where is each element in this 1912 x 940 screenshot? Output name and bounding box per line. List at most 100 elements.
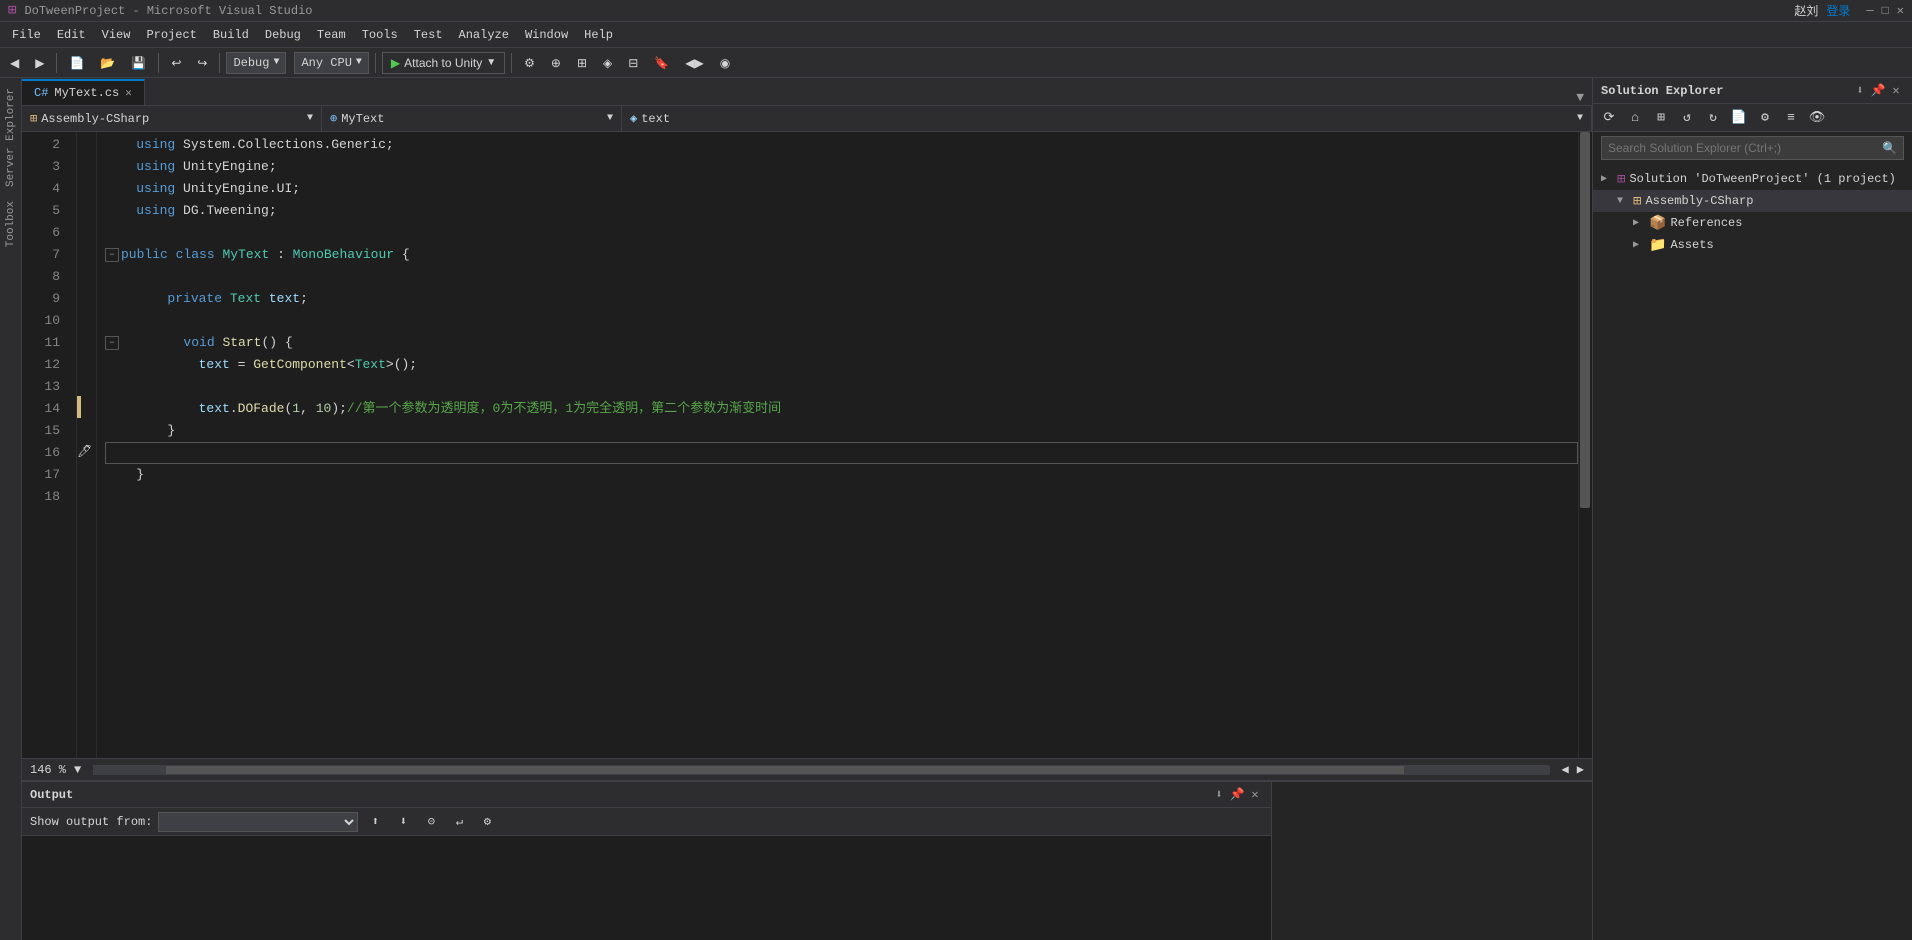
dropdown-arrow-icon[interactable]: ▼ xyxy=(1572,90,1588,105)
toolbar-btn-1[interactable]: ⚙ xyxy=(518,54,541,72)
fold-7[interactable]: − xyxy=(105,248,119,262)
debug-config-dropdown[interactable]: Debug ▼ xyxy=(226,52,286,74)
se-btn-home[interactable]: ⌂ xyxy=(1623,107,1647,129)
code-line-5: using DG.Tweening; xyxy=(105,200,1578,222)
output-pin-down-icon[interactable]: ⬇ xyxy=(1211,787,1227,803)
toolbar-btn-3[interactable]: ⊞ xyxy=(571,54,593,72)
se-search-input[interactable] xyxy=(1608,141,1878,155)
undo-button[interactable]: ↩ xyxy=(165,54,187,72)
output-content xyxy=(22,836,1271,940)
bottom-section: Output ⬇ 📌 ✕ Show output from: ⬆ ⬇ ⊝ xyxy=(22,780,1592,940)
glyph-15 xyxy=(77,418,96,440)
server-explorer-tab[interactable]: Server Explorer xyxy=(3,82,19,193)
save-button[interactable]: 💾 xyxy=(125,54,152,72)
output-filter-btn[interactable]: ⚙ xyxy=(476,812,498,832)
glyph-13 xyxy=(77,374,96,396)
menu-edit[interactable]: Edit xyxy=(49,26,94,44)
code-content[interactable]: using System.Collections.Generic; using … xyxy=(97,132,1578,758)
scroll-thumb-v[interactable] xyxy=(1580,132,1590,508)
nav-assembly-dropdown[interactable]: ⊞ Assembly-CSharp ▼ xyxy=(22,106,322,131)
menu-tools[interactable]: Tools xyxy=(354,26,406,44)
glyph-8 xyxy=(77,264,96,286)
menu-window[interactable]: Window xyxy=(517,26,576,44)
attach-chevron: ▼ xyxy=(486,57,496,68)
open-file-button[interactable]: 📂 xyxy=(94,54,121,72)
menu-project[interactable]: Project xyxy=(138,26,204,44)
back-button[interactable]: ◀ xyxy=(4,54,25,72)
menu-help[interactable]: Help xyxy=(576,26,621,44)
menu-test[interactable]: Test xyxy=(406,26,451,44)
nav-member-dropdown[interactable]: ◈ text ▼ xyxy=(622,106,1592,131)
fold-11[interactable]: − xyxy=(105,336,119,350)
sep2 xyxy=(158,53,159,73)
toolbar-btn-5[interactable]: ⊟ xyxy=(622,54,644,72)
tree-references[interactable]: ▶ 📦 References xyxy=(1593,212,1912,234)
menu-team[interactable]: Team xyxy=(309,26,354,44)
redo-button[interactable]: ↪ xyxy=(191,54,213,72)
new-project-button[interactable]: 📄 xyxy=(63,54,90,72)
tree-assets[interactable]: ▶ 📁 Assets xyxy=(1593,234,1912,256)
menu-analyze[interactable]: Analyze xyxy=(451,26,517,44)
tab-close-icon[interactable]: ✕ xyxy=(125,86,132,100)
sep5 xyxy=(511,53,512,73)
se-pin-icon[interactable]: 📌 xyxy=(1870,83,1886,99)
se-close-icon[interactable]: ✕ xyxy=(1888,83,1904,99)
se-btn-props[interactable]: ≡ xyxy=(1779,107,1803,129)
zoom-down-icon[interactable]: ▼ xyxy=(74,763,81,777)
line-num-13: 13 xyxy=(22,376,68,398)
editor-tab-mytext[interactable]: C# MyText.cs ✕ xyxy=(22,79,145,105)
tree-project[interactable]: ▼ ⊞ Assembly-CSharp xyxy=(1593,190,1912,212)
output-wrap-btn[interactable]: ↵ xyxy=(448,812,470,832)
debug-config-label: Debug xyxy=(233,56,269,70)
menu-debug[interactable]: Debug xyxy=(257,26,309,44)
project-icon: ⊞ xyxy=(1633,193,1641,210)
close-btn[interactable]: ✕ xyxy=(1897,3,1904,18)
se-search-bar[interactable]: 🔍 xyxy=(1601,136,1904,160)
glyph-2 xyxy=(77,132,96,154)
user-name[interactable]: 赵刘 xyxy=(1794,2,1818,19)
platform-dropdown[interactable]: Any CPU ▼ xyxy=(294,52,368,74)
assets-icon: 📁 xyxy=(1649,237,1666,254)
se-btn-refresh2[interactable]: ↻ xyxy=(1701,107,1725,129)
scroll-right-icon[interactable]: ▶ xyxy=(1577,762,1584,777)
se-btn-show-all[interactable]: ⊞ xyxy=(1649,107,1673,129)
code-line-3: using UnityEngine; xyxy=(105,156,1578,178)
glyph-6 xyxy=(77,220,96,242)
output-source-dropdown[interactable] xyxy=(158,812,358,832)
output-down-btn[interactable]: ⬇ xyxy=(392,812,414,832)
output-clear-btn[interactable]: ⊝ xyxy=(420,812,442,832)
se-btn-file[interactable]: 📄 xyxy=(1727,107,1751,129)
attach-to-unity-button[interactable]: ▶ Attach to Unity ▼ xyxy=(382,52,505,74)
se-btn-refresh[interactable]: ↺ xyxy=(1675,107,1699,129)
menu-file[interactable]: File xyxy=(4,26,49,44)
assets-label: Assets xyxy=(1670,238,1713,252)
line-num-11: 11 xyxy=(22,332,68,354)
output-side-spacer xyxy=(1271,782,1592,940)
toolbar-btn-8[interactable]: ◉ xyxy=(714,54,736,72)
output-up-btn[interactable]: ⬆ xyxy=(364,812,386,832)
se-pin-down-icon[interactable]: ⬇ xyxy=(1852,83,1868,99)
output-close-icon[interactable]: ✕ xyxy=(1247,787,1263,803)
output-pin-icon[interactable]: 📌 xyxy=(1229,787,1245,803)
toolbar-btn-6[interactable]: 🔖 xyxy=(648,54,675,72)
se-btn-sync[interactable]: ⟳ xyxy=(1597,107,1621,129)
zoom-level[interactable]: 146 % xyxy=(30,763,66,777)
forward-button[interactable]: ▶ xyxy=(29,54,50,72)
toolbar-btn-7[interactable]: ◀▶ xyxy=(679,54,709,72)
menu-build[interactable]: Build xyxy=(205,26,257,44)
toolbar-btn-2[interactable]: ⊕ xyxy=(545,54,567,72)
se-btn-preview[interactable]: 👁 xyxy=(1805,107,1829,129)
maximize-btn[interactable]: □ xyxy=(1882,4,1889,18)
tree-solution[interactable]: ▶ ⊞ Solution 'DoTweenProject' (1 project… xyxy=(1593,168,1912,190)
se-btn-gear[interactable]: ⚙ xyxy=(1753,107,1777,129)
horizontal-scrollbar[interactable] xyxy=(93,765,1549,775)
toolbox-tab[interactable]: Toolbox xyxy=(3,195,19,253)
line-num-10: 10 xyxy=(22,310,68,332)
nav-class-dropdown[interactable]: ⊕ MyText ▼ xyxy=(322,106,622,131)
menu-view[interactable]: View xyxy=(94,26,139,44)
toolbar-btn-4[interactable]: ◈ xyxy=(597,54,618,72)
scroll-left-icon[interactable]: ◀ xyxy=(1562,762,1569,777)
minimize-btn[interactable]: ─ xyxy=(1866,4,1873,18)
glyph-9 xyxy=(77,286,96,308)
user-login[interactable]: 登录 xyxy=(1826,2,1850,19)
